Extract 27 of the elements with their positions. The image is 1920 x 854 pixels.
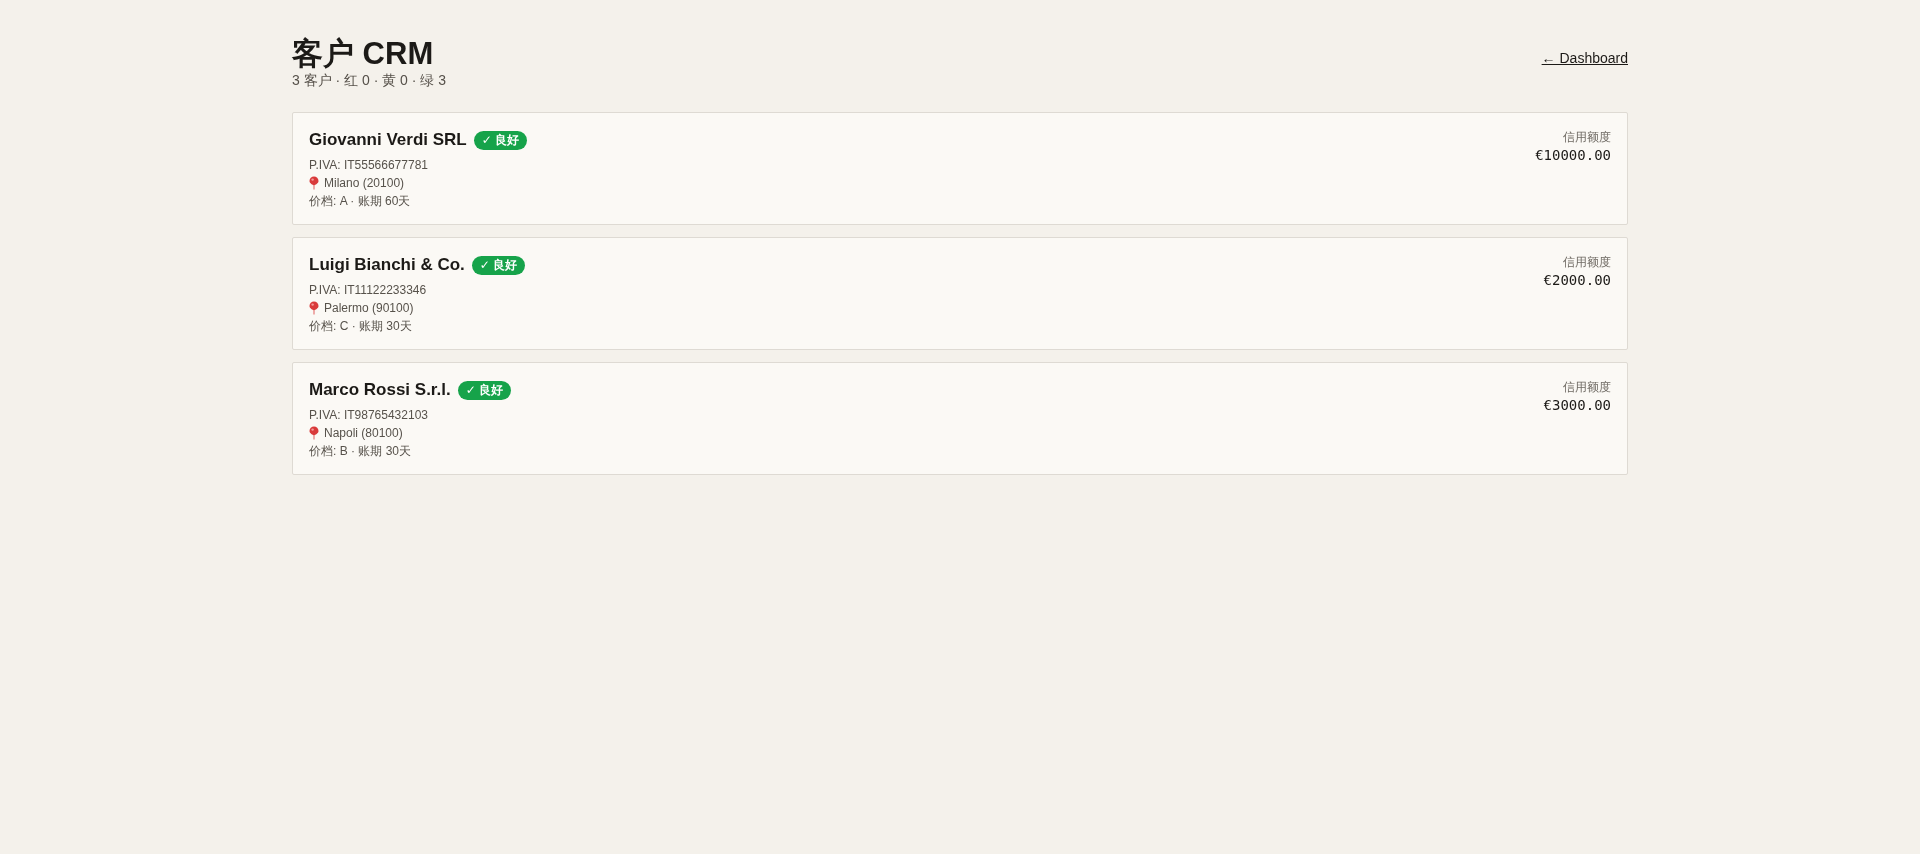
customer-name: Giovanni Verdi SRL bbox=[309, 130, 467, 150]
page-title: 客户 CRM bbox=[292, 37, 435, 71]
pricing-terms: 价档: A · 账期 60天 bbox=[309, 193, 412, 210]
credit-limit-label: 信用额度 bbox=[1563, 379, 1611, 396]
status-badge: ✓ 良好 bbox=[457, 380, 512, 400]
customer-card[interactable]: Luigi Bianchi & Co. ✓ 良好 P.IVA: IT11122233346 Palermo (90100) 价档: C · 账期 30天 信用额度 €2000.00 bbox=[292, 237, 1628, 350]
status-badge: ✓ 良好 bbox=[473, 130, 528, 150]
location-text: Palermo (90100) bbox=[324, 300, 414, 317]
customer-card[interactable]: Giovanni Verdi SRL ✓ 良好 P.IVA: IT55566677781 Milano (20100) 价档: A · 账期 60天 信用额度 €10000.00 bbox=[292, 112, 1628, 225]
credit-limit-label: 信用额度 bbox=[1563, 129, 1611, 146]
credit-limit-amount: €3000.00 bbox=[1543, 396, 1611, 414]
dashboard-link[interactable]: ← Dashboard bbox=[1541, 50, 1628, 66]
customer-card[interactable]: Marco Rossi S.r.l. ✓ 良好 P.IVA: IT98765432103 Napoli (80100) 价档: B · 账期 30天 信用额度 €3000.00 bbox=[292, 362, 1628, 475]
vat-number: P.IVA: IT55566677781 bbox=[309, 157, 429, 174]
pricing-terms: 价档: C · 账期 30天 bbox=[309, 318, 413, 335]
location-text: Napoli (80100) bbox=[324, 425, 403, 442]
pricing-terms: 价档: B · 账期 30天 bbox=[309, 443, 413, 460]
credit-limit-amount: €2000.00 bbox=[1543, 271, 1611, 289]
vat-number: P.IVA: IT11122233346 bbox=[309, 282, 428, 299]
location-text: Milano (20100) bbox=[324, 175, 405, 192]
customer-summary: 3 客户 · 红 0 · 黄 0 · 绿 3 bbox=[292, 71, 447, 89]
credit-limit-amount: €10000.00 bbox=[1535, 146, 1611, 164]
customer-name: Marco Rossi S.r.l. bbox=[309, 380, 451, 400]
vat-number: P.IVA: IT98765432103 bbox=[309, 407, 429, 424]
credit-limit-label: 信用额度 bbox=[1563, 254, 1611, 271]
customer-name: Luigi Bianchi & Co. bbox=[309, 255, 465, 275]
status-badge: ✓ 良好 bbox=[471, 255, 526, 275]
